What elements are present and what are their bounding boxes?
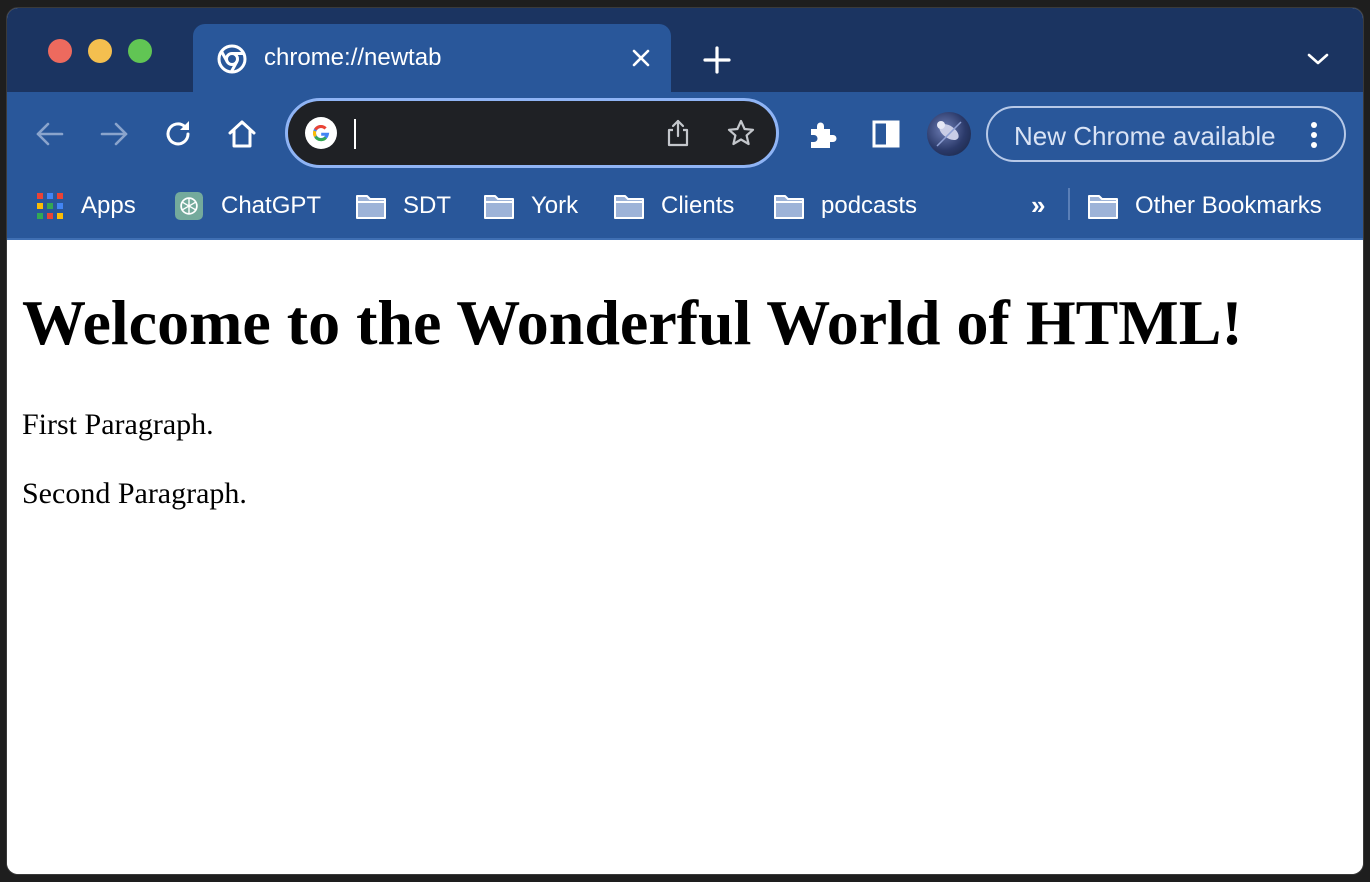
home-icon[interactable] [225, 117, 259, 151]
chrome-icon [217, 44, 247, 74]
tab-newtab[interactable]: chrome://newtab [193, 24, 671, 92]
bookmark-folder-clients[interactable]: Clients [613, 188, 734, 224]
bookmark-apps[interactable]: Apps [35, 188, 136, 224]
google-icon [305, 117, 337, 149]
close-icon[interactable] [629, 46, 653, 70]
page-content: Welcome to the Wonderful World of HTML! … [7, 242, 1363, 874]
apps-grid-icon [37, 193, 63, 219]
tab-title: chrome://newtab [264, 44, 442, 71]
page-heading: Welcome to the Wonderful World of HTML! [22, 287, 1243, 358]
toolbar: New Chrome available [7, 92, 1363, 174]
bookmark-folder-podcasts[interactable]: podcasts [773, 188, 917, 224]
bookmark-label: Clients [661, 192, 735, 219]
folder-icon [484, 195, 514, 219]
bookmark-label: Other Bookmarks [1135, 192, 1322, 219]
forward-arrow-icon[interactable] [97, 117, 131, 151]
side-panel-icon[interactable] [869, 117, 903, 151]
bookmark-star-icon[interactable] [726, 118, 756, 148]
folder-icon [774, 195, 804, 219]
chatgpt-icon [175, 192, 203, 220]
new-tab-icon[interactable] [701, 44, 733, 76]
bookmark-chatgpt[interactable]: ChatGPT [173, 188, 321, 224]
update-label: New Chrome available [1014, 121, 1276, 151]
new-chrome-available-button[interactable]: New Chrome available [986, 106, 1346, 162]
text-cursor [354, 119, 356, 149]
zoom-window-button[interactable] [128, 39, 152, 63]
folder-icon [614, 195, 644, 219]
reload-icon[interactable] [161, 117, 195, 151]
back-arrow-icon[interactable] [33, 117, 67, 151]
bookmark-label: SDT [403, 192, 451, 219]
profile-avatar[interactable] [927, 112, 971, 156]
paragraph-first: First Paragraph. [22, 408, 214, 442]
share-icon[interactable] [664, 118, 692, 148]
bookmark-label: ChatGPT [221, 192, 322, 219]
tab-strip: chrome://newtab [7, 8, 1363, 92]
profile-picture-icon [936, 121, 962, 147]
address-bar[interactable] [285, 98, 779, 168]
bookmark-folder-sdt[interactable]: SDT [355, 188, 451, 224]
bookmark-label: York [531, 192, 579, 219]
bookmark-label: Apps [81, 192, 136, 219]
paragraph-second: Second Paragraph. [22, 476, 247, 510]
bookmark-folder-york[interactable]: York [483, 188, 578, 224]
bookmarks-divider [1068, 188, 1070, 220]
close-window-button[interactable] [48, 39, 72, 63]
folder-icon [1088, 195, 1118, 219]
bookmark-label: podcasts [821, 192, 918, 219]
minimize-window-button[interactable] [88, 39, 112, 63]
kebab-menu-icon[interactable] [1310, 120, 1318, 150]
address-input[interactable] [350, 115, 650, 151]
folder-icon [356, 195, 386, 219]
browser-window: chrome://newtab New Chrome available App… [7, 8, 1363, 874]
chevron-down-icon[interactable] [1305, 50, 1331, 68]
bookmark-folder-other-bookmarks[interactable]: Other Bookmarks [1087, 188, 1322, 224]
bookmarks-bar: Apps ChatGPT SDT York Clients podcasts »… [7, 174, 1363, 240]
bookmarks-overflow-chevron[interactable]: » [1031, 190, 1045, 221]
extensions-puzzle-icon[interactable] [805, 117, 839, 151]
